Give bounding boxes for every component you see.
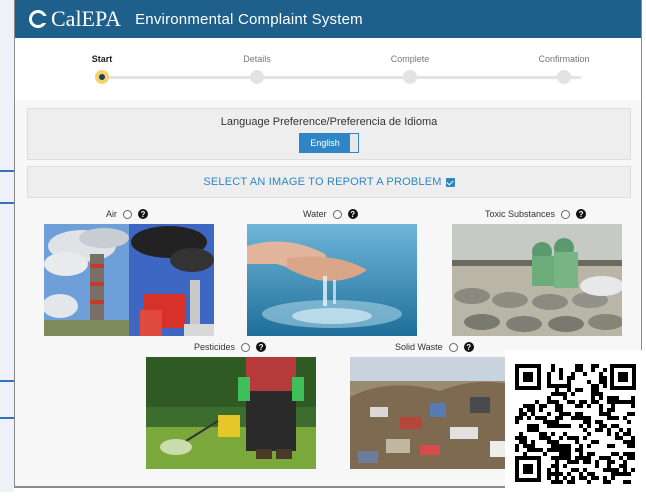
language-toggle[interactable]: English bbox=[299, 133, 359, 153]
language-label: Language Preference/Preferencia de Idiom… bbox=[220, 116, 438, 128]
qr-code-icon[interactable] bbox=[505, 350, 646, 492]
step-dot-complete bbox=[403, 70, 417, 84]
category-label-solid-waste: Solid Waste ? bbox=[395, 342, 474, 352]
calepa-logo[interactable]: CalEPA bbox=[29, 6, 121, 32]
category-label-toxic-substances: Toxic Substances ? bbox=[485, 209, 587, 219]
solid-waste-radio[interactable] bbox=[448, 342, 458, 352]
app-title: Environmental Complaint System bbox=[135, 10, 363, 28]
category-label-air: Air ? bbox=[106, 209, 148, 219]
select-image-bar: SELECT AN IMAGE TO REPORT A PROBLEM bbox=[27, 166, 631, 198]
language-section: Language Preference/Preferencia de Idiom… bbox=[27, 108, 631, 160]
language-option-english[interactable]: English bbox=[300, 134, 350, 152]
select-image-prompt: SELECT AN IMAGE TO REPORT A PROBLEM bbox=[203, 176, 442, 188]
checkbox-checked-icon[interactable] bbox=[445, 177, 455, 187]
help-icon[interactable]: ? bbox=[463, 342, 474, 352]
app-header: CalEPA Environmental Complaint System bbox=[15, 0, 641, 38]
pesticides-radio[interactable] bbox=[241, 342, 251, 352]
category-label-pesticides: Pesticides ? bbox=[194, 342, 267, 352]
air-label-text: Air bbox=[106, 209, 117, 219]
decorative-line bbox=[0, 380, 14, 382]
logo-text: CalEPA bbox=[51, 6, 122, 31]
water-image[interactable] bbox=[247, 224, 417, 336]
decorative-line bbox=[0, 202, 14, 204]
progress-steps: Start Details Complete Confirmation bbox=[15, 38, 641, 100]
category-label-water: Water ? bbox=[303, 209, 358, 219]
progress-track bbox=[101, 76, 581, 79]
toxic-substances-image[interactable] bbox=[452, 224, 622, 336]
step-label-details: Details bbox=[243, 54, 271, 64]
help-icon[interactable]: ? bbox=[347, 209, 358, 219]
language-switch-handle[interactable] bbox=[349, 134, 358, 152]
water-radio[interactable] bbox=[332, 209, 342, 219]
decorative-line bbox=[0, 417, 14, 419]
solid-waste-image[interactable] bbox=[350, 357, 520, 469]
air-radio[interactable] bbox=[123, 209, 132, 219]
help-icon[interactable]: ? bbox=[576, 209, 587, 219]
help-icon[interactable]: ? bbox=[138, 209, 148, 219]
step-label-start: Start bbox=[91, 54, 113, 64]
decorative-line bbox=[0, 170, 14, 172]
pesticides-image[interactable] bbox=[146, 357, 316, 469]
step-dot-details bbox=[250, 70, 264, 84]
step-label-confirmation: Confirmation bbox=[538, 54, 590, 64]
help-icon[interactable]: ? bbox=[256, 342, 267, 352]
water-label-text: Water bbox=[303, 209, 327, 219]
toxic-label-text: Toxic Substances bbox=[485, 209, 556, 219]
step-dot-confirmation bbox=[557, 70, 571, 84]
pesticides-label-text: Pesticides bbox=[194, 342, 236, 352]
calepa-logo-icon bbox=[29, 10, 48, 28]
toxic-radio[interactable] bbox=[561, 209, 571, 219]
solid-waste-label-text: Solid Waste bbox=[395, 342, 443, 352]
air-image[interactable] bbox=[44, 224, 214, 336]
step-label-complete: Complete bbox=[390, 54, 430, 64]
step-dot-start bbox=[95, 70, 109, 84]
